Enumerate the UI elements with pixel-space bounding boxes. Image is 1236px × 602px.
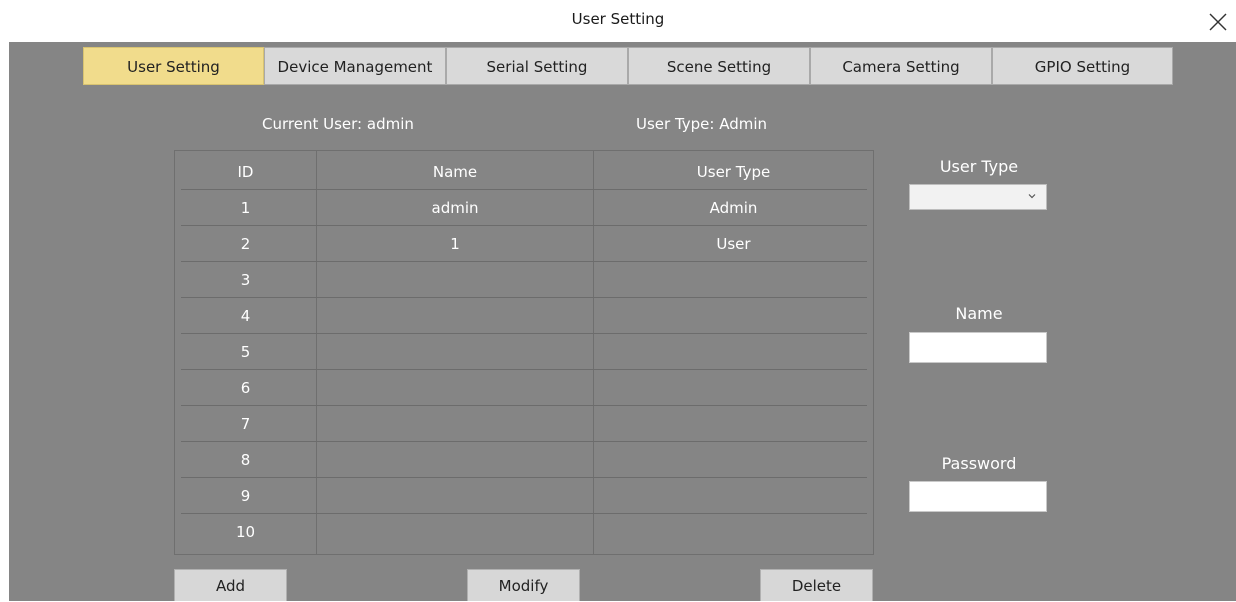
cell-name bbox=[317, 514, 593, 550]
cell-user-type bbox=[594, 298, 873, 334]
cell-name bbox=[317, 442, 593, 478]
cell-id: 8 bbox=[240, 451, 251, 469]
cell-name: admin bbox=[431, 199, 479, 217]
cell-id: 6 bbox=[240, 379, 251, 397]
cell-name bbox=[317, 334, 593, 370]
window-title: User Setting bbox=[571, 10, 665, 28]
table-row[interactable]: 9 bbox=[175, 478, 873, 514]
cell-name bbox=[317, 370, 593, 406]
table-row[interactable]: 4 bbox=[175, 298, 873, 334]
tab-gpio-setting[interactable]: GPIO Setting bbox=[992, 47, 1173, 85]
user-type-value: Admin bbox=[719, 115, 768, 133]
cell-user-type: Admin bbox=[709, 199, 758, 217]
cell-user-type bbox=[594, 370, 873, 406]
tab-serial-setting[interactable]: Serial Setting bbox=[446, 47, 628, 85]
table-row[interactable]: 5 bbox=[175, 334, 873, 370]
cell-user-type bbox=[594, 406, 873, 442]
cell-id: 9 bbox=[240, 487, 251, 505]
cell-id: 10 bbox=[235, 523, 256, 541]
header-user-type: User Type bbox=[696, 163, 771, 181]
delete-button[interactable]: Delete bbox=[760, 569, 873, 601]
header-name: Name bbox=[432, 163, 478, 181]
name-input[interactable] bbox=[909, 332, 1047, 363]
name-field-label: Name bbox=[955, 304, 1003, 323]
cell-user-type: User bbox=[716, 235, 751, 253]
current-user-info: Current User: admin bbox=[262, 109, 414, 139]
user-type-select[interactable] bbox=[909, 184, 1047, 210]
tab-user-setting[interactable]: User Setting bbox=[83, 47, 264, 85]
cell-user-type bbox=[594, 514, 873, 550]
title-bar: User Setting bbox=[0, 0, 1236, 42]
add-button[interactable]: Add bbox=[174, 569, 287, 601]
cell-id: 7 bbox=[240, 415, 251, 433]
current-user-label: Current User: bbox=[262, 115, 363, 133]
table-row[interactable]: 1 admin Admin bbox=[175, 190, 873, 226]
user-table: ID Name User Type 1 admin Admin 2 1 User… bbox=[174, 150, 874, 555]
cell-id: 5 bbox=[240, 343, 251, 361]
table-row[interactable]: 2 1 User bbox=[175, 226, 873, 262]
cell-user-type bbox=[594, 334, 873, 370]
cell-id: 4 bbox=[240, 307, 251, 325]
table-row[interactable]: 3 bbox=[175, 262, 873, 298]
current-user-value: admin bbox=[366, 115, 414, 133]
cell-name bbox=[317, 406, 593, 442]
user-type-label: User Type: bbox=[636, 115, 715, 133]
chevron-down-icon bbox=[1028, 194, 1036, 199]
cell-user-type bbox=[594, 262, 873, 298]
user-type-field-label: User Type bbox=[939, 157, 1019, 176]
cell-name bbox=[317, 298, 593, 334]
user-type-info: User Type: Admin bbox=[636, 109, 767, 139]
password-input[interactable] bbox=[909, 481, 1047, 512]
cell-name bbox=[317, 478, 593, 514]
table-row[interactable]: 6 bbox=[175, 370, 873, 406]
table-header-row: ID Name User Type bbox=[175, 154, 873, 190]
tab-device-management[interactable]: Device Management bbox=[264, 47, 446, 85]
table-row[interactable]: 7 bbox=[175, 406, 873, 442]
table-row[interactable]: 8 bbox=[175, 442, 873, 478]
cell-id: 2 bbox=[240, 235, 251, 253]
tab-scene-setting[interactable]: Scene Setting bbox=[628, 47, 810, 85]
tab-camera-setting[interactable]: Camera Setting bbox=[810, 47, 992, 85]
password-field-label: Password bbox=[941, 454, 1017, 473]
cell-name bbox=[317, 262, 593, 298]
table-row[interactable]: 10 bbox=[175, 514, 873, 550]
cell-id: 1 bbox=[240, 199, 251, 217]
header-id: ID bbox=[237, 163, 254, 181]
modify-button[interactable]: Modify bbox=[467, 569, 580, 601]
cell-user-type bbox=[594, 478, 873, 514]
cell-id: 3 bbox=[240, 271, 251, 289]
cell-name: 1 bbox=[450, 235, 460, 253]
close-icon[interactable] bbox=[1206, 10, 1230, 34]
cell-user-type bbox=[594, 442, 873, 478]
